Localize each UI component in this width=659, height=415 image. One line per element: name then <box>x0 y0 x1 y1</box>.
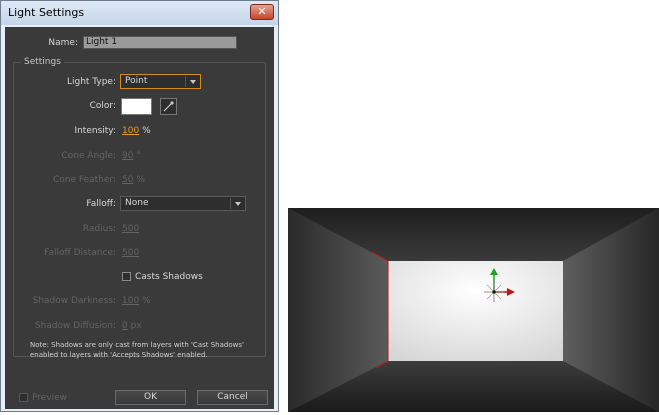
preview-label: Preview <box>32 393 68 403</box>
shadow-diffusion-field: 0 px <box>122 321 142 331</box>
shadow-diffusion-unit: px <box>130 321 142 331</box>
color-swatch[interactable] <box>121 98 152 115</box>
casts-shadows-checkbox[interactable] <box>122 272 131 281</box>
radius-value: 500 <box>122 224 140 234</box>
preview-checkbox <box>19 393 28 402</box>
note-line-1: Note: Shadows are only cast from layers … <box>30 341 244 349</box>
intensity-unit: % <box>142 126 151 136</box>
cone-angle-unit: ° <box>136 151 141 161</box>
falloff-value: None <box>125 198 149 208</box>
room-preview <box>288 208 659 412</box>
intensity-value[interactable]: 100 <box>122 126 139 136</box>
eyedropper-button[interactable] <box>160 98 177 115</box>
dialog-body: Name: Light 1 Settings Light Type: Point… <box>5 27 274 409</box>
light-settings-dialog: Light Settings ✕ Name: Light 1 Settings … <box>0 0 279 412</box>
close-icon: ✕ <box>257 5 267 18</box>
name-label: Name: <box>48 38 78 48</box>
intensity-label: Intensity: <box>74 126 116 136</box>
ok-button[interactable]: OK <box>115 390 186 405</box>
chevron-down-icon <box>190 80 196 84</box>
close-button[interactable]: ✕ <box>250 4 274 20</box>
cancel-button[interactable]: Cancel <box>197 390 268 405</box>
comp-viewport[interactable] <box>288 208 659 412</box>
dialog-title: Light Settings <box>8 6 85 19</box>
light-type-dropdown[interactable]: Point <box>120 74 201 89</box>
cone-feather-label: Cone Feather: <box>53 175 116 185</box>
light-type-label: Light Type: <box>66 77 116 87</box>
falloff-dropdown[interactable]: None <box>120 196 246 211</box>
shadows-note: Note: Shadows are only cast from layers … <box>30 340 270 360</box>
cone-angle-label: Cone Angle: <box>61 151 116 161</box>
title-bar[interactable]: Light Settings ✕ <box>1 1 278 25</box>
cone-feather-field: 50 % <box>122 175 145 185</box>
radius-label: Radius: <box>82 224 116 234</box>
intensity-field[interactable]: 100 % <box>122 126 151 136</box>
light-type-value: Point <box>125 76 148 86</box>
cone-feather-value: 50 <box>122 175 134 185</box>
settings-group-label: Settings <box>21 57 64 67</box>
falloff-distance-value: 500 <box>122 248 140 258</box>
cone-angle-value: 90 <box>122 151 134 161</box>
shadow-darkness-label: Shadow Darkness: <box>32 296 116 306</box>
falloff-distance-label: Falloff Distance: <box>44 248 116 258</box>
shadow-diffusion-label: Shadow Diffusion: <box>34 321 116 331</box>
shadow-darkness-value: 100 <box>122 296 140 306</box>
shadow-diffusion-value: 0 <box>122 321 128 331</box>
note-line-2: enabled to layers with 'Accepts Shadows'… <box>30 351 208 359</box>
cone-angle-field: 90 ° <box>122 151 141 161</box>
cone-feather-unit: % <box>136 175 145 185</box>
back-wall-plane <box>388 261 563 361</box>
falloff-label: Falloff: <box>86 199 116 209</box>
chevron-down-icon <box>235 202 241 206</box>
color-label: Color: <box>89 101 116 111</box>
eyedropper-icon <box>163 101 174 112</box>
casts-shadows-label[interactable]: Casts Shadows <box>135 272 203 282</box>
shadow-darkness-unit: % <box>142 296 151 306</box>
name-input[interactable]: Light 1 <box>83 36 237 49</box>
shadow-darkness-field: 100 % <box>122 296 151 306</box>
